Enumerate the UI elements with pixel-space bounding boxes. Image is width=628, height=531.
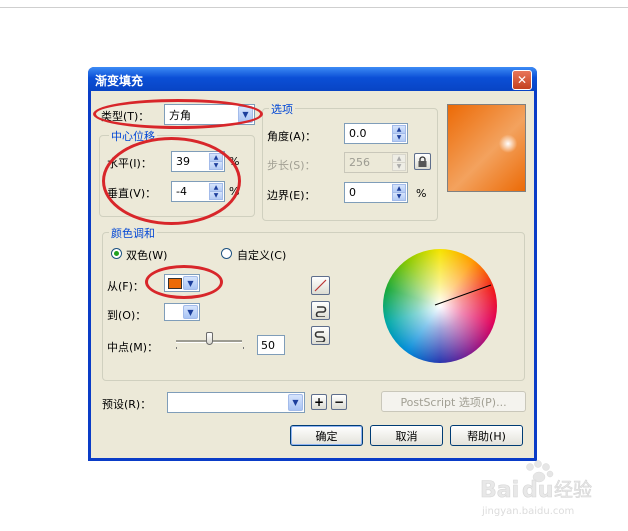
svg-text:jingyan.baidu.com: jingyan.baidu.com [481, 506, 574, 517]
spin-down-icon: ▼ [392, 162, 406, 171]
ok-button[interactable]: 确定 [290, 425, 363, 446]
direct-path-icon [314, 279, 327, 292]
annotation-ellipse-offset [102, 137, 241, 225]
gradient-fill-dialog: 渐变填充 ✕ 类型(T)： 方角 ▼ 中心位移 水平(I)： 39 ▲ ▼ % … [88, 67, 537, 461]
svg-text:du: du [522, 478, 553, 503]
edge-label: 边界(E)： [267, 189, 316, 202]
remove-preset-button[interactable]: − [331, 394, 347, 410]
close-icon: ✕ [516, 73, 528, 87]
clockwise-blend-button[interactable] [311, 326, 330, 345]
color-wheel[interactable] [383, 249, 497, 363]
direct-blend-button[interactable] [311, 276, 330, 295]
preset-label: 预设(R)： [102, 398, 152, 411]
help-label: 帮助(H) [467, 429, 506, 443]
to-color-picker[interactable]: ▼ [164, 303, 200, 321]
from-label: 从(F)： [107, 280, 144, 293]
spin-down-icon[interactable]: ▼ [392, 192, 406, 201]
angle-value: 0.0 [349, 127, 367, 140]
angle-label: 角度(A)： [267, 130, 317, 143]
custom-label[interactable]: 自定义(C) [237, 247, 286, 263]
color-blend-group-label: 颜色调和 [109, 225, 157, 241]
close-button[interactable]: ✕ [512, 70, 532, 90]
counterclockwise-icon [315, 306, 327, 317]
annotation-ellipse-type [93, 99, 263, 129]
clockwise-icon [314, 331, 326, 342]
two-color-radio[interactable] [111, 248, 122, 259]
plus-icon: + [313, 395, 325, 409]
gradient-preview [447, 104, 526, 192]
steps-spinner: 256 ▲ ▼ [344, 152, 408, 173]
postscript-options-button: PostScript 选项(P)... [381, 391, 526, 412]
cancel-button[interactable]: 取消 [370, 425, 443, 446]
midpoint-slider-thumb[interactable] [205, 332, 213, 345]
svg-text:经验: 经验 [554, 479, 592, 501]
dialog-body: 类型(T)： 方角 ▼ 中心位移 水平(I)： 39 ▲ ▼ % 垂直(V)： … [91, 91, 534, 458]
page-top-divider [0, 7, 628, 8]
lock-icon [418, 155, 427, 167]
midpoint-input[interactable]: 50 [257, 335, 285, 355]
lock-steps-button[interactable] [414, 153, 431, 170]
to-label: 到(O)： [107, 309, 147, 322]
radio-selected-dot [114, 251, 119, 256]
midpoint-slider-ticks [176, 347, 244, 349]
annotation-ellipse-from-color [145, 265, 223, 299]
add-preset-button[interactable]: + [311, 394, 327, 410]
angle-spinner[interactable]: 0.0 ▲ ▼ [344, 123, 408, 144]
steps-label: 步长(S)： [267, 159, 316, 172]
help-button[interactable]: 帮助(H) [450, 425, 523, 446]
steps-value: 256 [349, 156, 370, 169]
color-wheel-blend-line [434, 284, 492, 306]
edge-value: 0 [349, 186, 356, 199]
midpoint-label: 中点(M)： [107, 341, 159, 354]
dialog-title: 渐变填充 [95, 74, 144, 88]
to-color-swatch [168, 307, 180, 316]
chevron-down-icon: ▼ [183, 305, 198, 319]
two-color-label[interactable]: 双色(W) [126, 247, 167, 263]
ok-label: 确定 [315, 429, 338, 443]
preset-select[interactable]: ▼ [167, 392, 305, 413]
counterclockwise-blend-button[interactable] [311, 301, 330, 320]
minus-icon: − [333, 395, 345, 409]
watermark-logo: Bai du 经验 jingyan.baidu.com [474, 459, 624, 521]
title-bar[interactable]: 渐变填充 ✕ [88, 67, 537, 91]
cancel-label: 取消 [395, 429, 418, 443]
options-group-label: 选项 [269, 101, 295, 117]
svg-text:Bai: Bai [480, 478, 519, 503]
edge-unit: % [416, 187, 427, 200]
midpoint-value: 50 [261, 339, 275, 352]
edge-spinner[interactable]: 0 ▲ ▼ [344, 182, 408, 203]
chevron-down-icon: ▼ [288, 394, 303, 411]
spin-down-icon[interactable]: ▼ [392, 133, 406, 142]
custom-radio[interactable] [221, 248, 232, 259]
postscript-options-label: PostScript 选项(P)... [400, 395, 507, 409]
